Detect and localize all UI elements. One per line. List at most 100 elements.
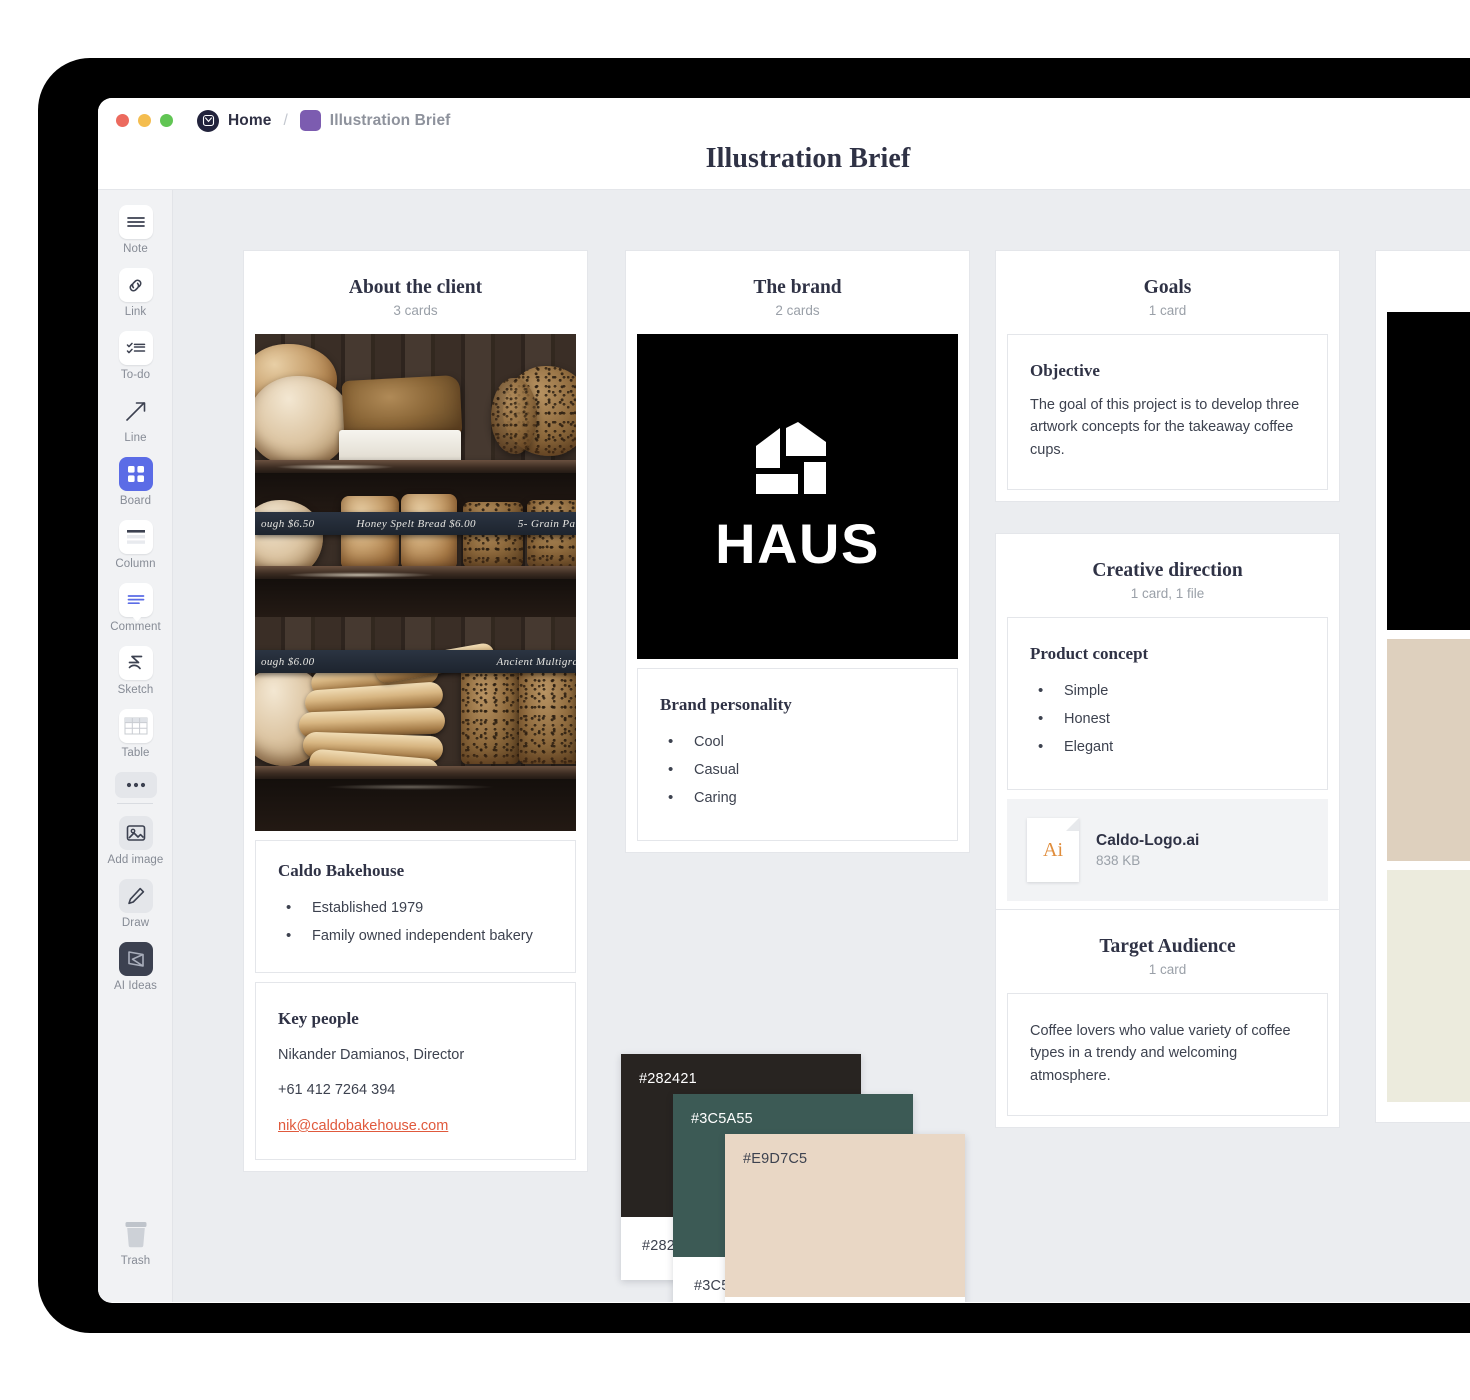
column-title: About the client <box>348 277 483 298</box>
card-body-text: The goal of this project is to develop t… <box>1030 397 1300 458</box>
left-toolbar: Note Link To-do Line Board Column Commen… <box>98 190 173 1302</box>
card-target-audience[interactable]: Coffee lovers who value variety of coffe… <box>1007 993 1328 1117</box>
list-item: Casual <box>660 756 935 784</box>
contact-email-link[interactable]: nik@caldobakehouse.com <box>278 1115 448 1137</box>
todo-icon <box>118 331 153 365</box>
tool-label: To-do <box>120 369 151 381</box>
chalk-label-row-2: ough $6.00 Ancient Multigrain Pan B <box>255 650 576 673</box>
card-product-concept[interactable]: Product concept Simple Honest Elegant <box>1007 617 1328 790</box>
tool-sketch[interactable]: Sketch <box>98 646 173 696</box>
column-header: Target Audience 1 card <box>995 909 1340 993</box>
zoom-button[interactable] <box>160 114 173 127</box>
comment-icon <box>118 583 153 622</box>
tool-label: AI Ideas <box>114 980 157 992</box>
column-body: Objective The goal of this project is to… <box>995 334 1340 503</box>
tool-trash[interactable]: Trash <box>98 1217 173 1267</box>
list-item: Elegant <box>1030 733 1305 761</box>
column-header: The brand 2 cards <box>625 250 970 334</box>
tool-todo[interactable]: To-do <box>98 331 173 381</box>
column-title: The brand <box>753 277 842 298</box>
tool-label: Comment <box>110 621 161 633</box>
mood-image-beige[interactable] <box>1387 639 1470 861</box>
tool-link[interactable]: Link <box>98 268 173 318</box>
tool-label: Add image <box>107 854 164 866</box>
column-header: Goals 1 card <box>995 250 1340 334</box>
app-window: Home / Illustration Brief Illustration B… <box>98 98 1470 1303</box>
tool-comment[interactable]: Comment <box>98 583 173 633</box>
file-extension-label: Ai <box>1043 838 1063 861</box>
breadcrumb: Home / Illustration Brief <box>197 109 451 132</box>
ai-file-icon: Ai <box>1027 818 1079 882</box>
mood-image-cream[interactable] <box>1387 870 1470 1102</box>
board-column-target-audience[interactable]: Target Audience 1 card Coffee lovers who… <box>995 909 1340 1129</box>
card-bakery-photo[interactable]: ough $6.50 Honey Spelt Bread $6.00 5- Gr… <box>255 334 576 831</box>
list-item: Honest <box>1030 705 1305 733</box>
tool-label: Column <box>115 558 156 570</box>
tool-table[interactable]: Table <box>98 709 173 759</box>
column-title: Goals <box>1143 277 1192 298</box>
breadcrumb-home-link[interactable]: Home <box>228 112 271 130</box>
card-caldo-bakehouse[interactable]: Caldo Bakehouse Established 1979 Family … <box>255 840 576 973</box>
sketch-icon <box>118 646 153 680</box>
tool-note[interactable]: Note <box>98 205 173 255</box>
tool-line[interactable]: Line <box>98 394 173 444</box>
column-body <box>1375 312 1470 1123</box>
board-canvas[interactable]: About the client 3 cards ough $6.50 Hone… <box>173 190 1470 1302</box>
table-icon <box>118 709 153 743</box>
tool-add-image[interactable]: Add image <box>98 816 173 866</box>
tool-more[interactable] <box>98 772 173 798</box>
app-body: Note Link To-do Line Board Column Commen… <box>98 190 1470 1302</box>
swatch-card-3[interactable]: #E9D7C5 #E9D7C5 <box>725 1134 965 1302</box>
tool-label: Link <box>124 306 147 318</box>
mood-image-black[interactable] <box>1387 312 1470 630</box>
column-card-count: 2 cards <box>775 303 820 318</box>
minimize-button[interactable] <box>138 114 151 127</box>
trash-icon <box>119 1217 153 1251</box>
traffic-light-buttons <box>116 114 173 127</box>
tool-ai-ideas[interactable]: AI Ideas <box>98 942 173 992</box>
list-item: Family owned independent bakery <box>278 922 553 950</box>
toolbar-divider <box>117 803 153 804</box>
bakery-photo: ough $6.50 Honey Spelt Bread $6.00 5- Gr… <box>255 334 576 831</box>
line-icon <box>119 394 153 428</box>
list-item: Simple <box>1030 677 1305 705</box>
tool-label: Sketch <box>117 684 154 696</box>
column-card-count: 1 card <box>1148 962 1187 977</box>
board-column-creative-direction[interactable]: Creative direction 1 card, 1 file Produc… <box>995 533 1340 913</box>
column-card-count: 3 cards <box>393 303 438 318</box>
screenshot-stage: Home / Illustration Brief Illustration B… <box>0 0 1470 1400</box>
column-body: Product concept Simple Honest Elegant Ai <box>995 617 1340 913</box>
tool-column[interactable]: Column <box>98 520 173 570</box>
column-header <box>1375 250 1470 312</box>
app-logo-icon <box>197 109 219 132</box>
board-column-moodboard[interactable] <box>1375 250 1470 1123</box>
tool-label: Draw <box>121 917 150 929</box>
page-header: Illustration Brief <box>98 143 1470 190</box>
card-key-people[interactable]: Key people Nikander Damianos, Director +… <box>255 982 576 1161</box>
column-body: ough $6.50 Honey Spelt Bread $6.00 5- Gr… <box>243 334 588 1173</box>
card-body-text: Coffee lovers who value variety of coffe… <box>1030 1023 1291 1084</box>
card-title: Product concept <box>1030 644 1149 663</box>
board-column-about-the-client[interactable]: About the client 3 cards ough $6.50 Hone… <box>243 250 588 1173</box>
card-bullet-list: Simple Honest Elegant <box>1030 677 1305 761</box>
card-objective[interactable]: Objective The goal of this project is to… <box>1007 334 1328 491</box>
card-brand-personality[interactable]: Brand personality Cool Casual Caring <box>637 668 958 841</box>
swatch-chip: #E9D7C5 <box>725 1134 965 1297</box>
board-column-goals[interactable]: Goals 1 card Objective The goal of this … <box>995 250 1340 503</box>
more-icon <box>114 772 157 798</box>
page-title: Illustration Brief <box>705 143 911 174</box>
file-attachment-caldo-logo[interactable]: Ai Caldo-Logo.ai 838 KB <box>1007 799 1328 901</box>
column-card-count: 1 card, 1 file <box>1130 586 1205 601</box>
board-column-the-brand[interactable]: The brand 2 cards HAUS Brand personality… <box>621 250 970 1302</box>
column-body: Coffee lovers who value variety of coffe… <box>995 993 1340 1129</box>
chalk-label-row-1: ough $6.50 Honey Spelt Bread $6.00 5- Gr… <box>255 512 576 535</box>
colour-swatch-stack[interactable]: #282421 #282421 #3C5A55 #3C5A55 #E9D7C5 … <box>621 1054 981 1302</box>
tool-board[interactable]: Board <box>98 457 173 507</box>
card-haus-logo[interactable]: HAUS <box>637 334 958 659</box>
tool-draw[interactable]: Draw <box>98 879 173 929</box>
breadcrumb-current-item[interactable]: Illustration Brief <box>330 112 451 130</box>
close-button[interactable] <box>116 114 129 127</box>
breadcrumb-board-swatch <box>299 110 321 131</box>
column-icon <box>118 520 153 554</box>
ai-ideas-icon <box>118 942 153 976</box>
